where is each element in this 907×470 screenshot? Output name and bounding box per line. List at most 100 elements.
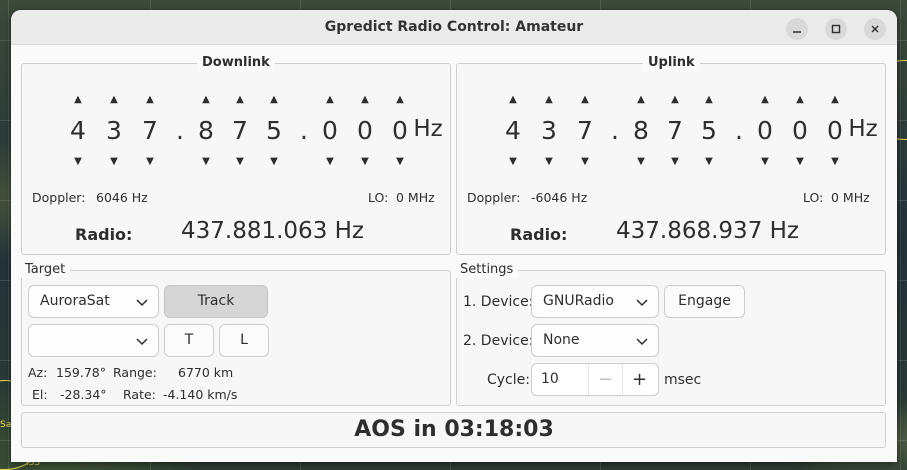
downlink-radio-value: 437.881.063 Hz — [181, 218, 365, 244]
arrow-up-icon[interactable]: ▲ — [506, 94, 520, 105]
cycle-increment-button[interactable]: + — [622, 364, 656, 395]
rate-label: Rate: — [123, 387, 156, 402]
minimize-icon — [793, 31, 801, 33]
target-frame: Target AuroraSat Track T L Az: 159.78° R… — [20, 262, 451, 406]
device2-select-value: None — [543, 332, 580, 348]
arrow-up-icon[interactable]: ▲ — [143, 94, 157, 105]
downlink-digit[interactable]: 0 — [353, 116, 377, 145]
engage-button[interactable]: Engage — [664, 285, 745, 318]
uplink-digit[interactable]: 0 — [823, 116, 847, 145]
uplink-digit[interactable]: 3 — [537, 116, 561, 145]
cycle-decrement-button[interactable]: − — [588, 364, 622, 395]
aos-countdown: AOS in 03:18:03 — [354, 417, 554, 442]
device1-select[interactable]: GNURadio — [531, 285, 659, 318]
arrow-up-icon[interactable]: ▲ — [199, 94, 213, 105]
track-button[interactable]: Track — [164, 285, 268, 318]
t-button[interactable]: T — [164, 324, 214, 357]
arrow-up-icon[interactable]: ▲ — [668, 94, 682, 105]
arrow-down-icon[interactable]: ▼ — [578, 156, 592, 167]
minimize-button[interactable] — [786, 18, 808, 40]
arrow-down-icon[interactable]: ▼ — [323, 156, 337, 167]
uplink-digit[interactable]: 4 — [501, 116, 525, 145]
arrow-down-icon[interactable]: ▼ — [107, 156, 121, 167]
chevron-down-icon — [636, 338, 648, 346]
l-button[interactable]: L — [219, 324, 269, 357]
uplink-lo-value: 0 MHz — [831, 190, 870, 205]
title-bar[interactable]: Gpredict Radio Control: Amateur — [11, 10, 897, 45]
arrow-up-icon[interactable]: ▲ — [267, 94, 281, 105]
downlink-digit[interactable]: 8 — [194, 116, 218, 145]
device2-select[interactable]: None — [531, 324, 659, 357]
uplink-digit[interactable]: 5 — [697, 116, 721, 145]
settings-frame: Settings 1. Device: GNURadio Engage 2. D… — [455, 262, 886, 406]
arrow-up-icon[interactable]: ▲ — [828, 94, 842, 105]
uplink-digit[interactable]: 8 — [629, 116, 653, 145]
downlink-lo-label: LO: — [368, 190, 389, 205]
arrow-down-icon[interactable]: ▼ — [828, 156, 842, 167]
el-label: El: — [32, 387, 48, 402]
cycle-input[interactable]: 10 — [541, 364, 559, 395]
arrow-down-icon[interactable]: ▼ — [506, 156, 520, 167]
arrow-down-icon[interactable]: ▼ — [634, 156, 648, 167]
arrow-up-icon[interactable]: ▲ — [702, 94, 716, 105]
uplink-digit[interactable]: 0 — [788, 116, 812, 145]
close-icon — [871, 25, 879, 33]
arrow-down-icon[interactable]: ▼ — [702, 156, 716, 167]
arrow-up-icon[interactable]: ▲ — [793, 94, 807, 105]
cycle-spin[interactable]: 10 − + — [531, 363, 659, 396]
downlink-lo-value: 0 MHz — [396, 190, 435, 205]
arrow-down-icon[interactable]: ▼ — [542, 156, 556, 167]
uplink-separator: . — [611, 116, 619, 145]
arrow-up-icon[interactable]: ▲ — [578, 94, 592, 105]
arrow-up-icon[interactable]: ▲ — [107, 94, 121, 105]
arrow-down-icon[interactable]: ▼ — [71, 156, 85, 167]
uplink-digit[interactable]: 7 — [573, 116, 597, 145]
settings-title: Settings — [455, 262, 519, 278]
cycle-unit: msec — [664, 372, 702, 388]
downlink-digit[interactable]: 4 — [66, 116, 90, 145]
arrow-down-icon[interactable]: ▼ — [233, 156, 247, 167]
chevron-down-icon — [136, 338, 148, 346]
arrow-down-icon[interactable]: ▼ — [267, 156, 281, 167]
downlink-frame: Downlink Doppler: 6046 Hz LO: 0 MHz Radi… — [21, 55, 451, 255]
uplink-digit[interactable]: 7 — [663, 116, 687, 145]
uplink-unit: Hz — [848, 116, 878, 142]
uplink-radio-value: 437.868.937 Hz — [616, 218, 800, 244]
arrow-down-icon[interactable]: ▼ — [793, 156, 807, 167]
arrow-down-icon[interactable]: ▼ — [143, 156, 157, 167]
uplink-doppler-value: -6046 Hz — [531, 190, 588, 205]
downlink-digit[interactable]: 7 — [228, 116, 252, 145]
arrow-down-icon[interactable]: ▼ — [393, 156, 407, 167]
arrow-up-icon[interactable]: ▲ — [542, 94, 556, 105]
uplink-frame: Uplink Doppler: -6046 Hz LO: 0 MHz Radio… — [456, 55, 886, 255]
target-title: Target — [20, 262, 71, 278]
downlink-digit[interactable]: 0 — [318, 116, 342, 145]
arrow-down-icon[interactable]: ▼ — [358, 156, 372, 167]
downlink-unit: Hz — [413, 116, 443, 142]
pass-select[interactable] — [28, 324, 159, 357]
downlink-digit[interactable]: 7 — [138, 116, 162, 145]
satellite-select[interactable]: AuroraSat — [28, 285, 159, 318]
arrow-down-icon[interactable]: ▼ — [199, 156, 213, 167]
arrow-down-icon[interactable]: ▼ — [668, 156, 682, 167]
window-title: Gpredict Radio Control: Amateur — [324, 19, 584, 35]
downlink-digit[interactable]: 5 — [262, 116, 286, 145]
downlink-digit[interactable]: 3 — [102, 116, 126, 145]
uplink-digit[interactable]: 0 — [753, 116, 777, 145]
downlink-digit[interactable]: 0 — [388, 116, 412, 145]
rate-value: -4.140 km/s — [163, 387, 238, 402]
maximize-button[interactable] — [825, 18, 847, 40]
arrow-up-icon[interactable]: ▲ — [233, 94, 247, 105]
arrow-up-icon[interactable]: ▲ — [393, 94, 407, 105]
arrow-up-icon[interactable]: ▲ — [71, 94, 85, 105]
map-label: Sa — [0, 420, 12, 430]
close-button[interactable] — [864, 18, 886, 40]
arrow-up-icon[interactable]: ▲ — [358, 94, 372, 105]
arrow-up-icon[interactable]: ▲ — [323, 94, 337, 105]
arrow-down-icon[interactable]: ▼ — [758, 156, 772, 167]
arrow-up-icon[interactable]: ▲ — [634, 94, 648, 105]
device1-label: 1. Device: — [463, 294, 534, 310]
range-value: 6770 km — [178, 365, 234, 380]
aos-frame: AOS in 03:18:03 — [21, 412, 886, 448]
arrow-up-icon[interactable]: ▲ — [758, 94, 772, 105]
